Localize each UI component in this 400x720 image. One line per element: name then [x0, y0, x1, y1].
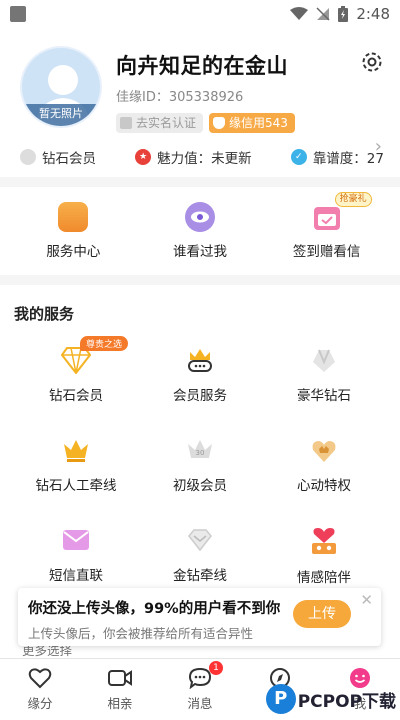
service-diamond-matchmaking-label: 钻石人工牵线: [35, 478, 117, 494]
id-card-icon: [120, 117, 132, 129]
service-heartbeat-privilege-label: 心动特权: [297, 478, 351, 494]
services-title: 我的服务: [14, 305, 75, 323]
close-icon[interactable]: ✕: [360, 591, 373, 609]
premium-tag: 尊贵之选: [80, 336, 129, 351]
stat-reliability-label: 靠谱度：27: [312, 151, 384, 167]
diamond-member-icon: [20, 149, 36, 165]
quick-actions: 服务中心 谁看过我 抢豪礼 签到赠看信: [0, 187, 400, 275]
service-diamond-member-label: 钻石会员: [49, 388, 103, 404]
stat-diamond[interactable]: 钻石会员: [20, 147, 96, 167]
wallet-icon: [58, 202, 89, 232]
tab-messages-label: 消息: [187, 696, 213, 711]
tab-fate[interactable]: 缘分: [5, 667, 75, 712]
upload-button[interactable]: 上传: [293, 600, 351, 628]
companion-heart-icon: [312, 528, 336, 554]
service-basic-member[interactable]: 30 初级会员: [138, 436, 262, 494]
calendar-icon: [313, 207, 340, 230]
crown-icon: [64, 440, 88, 462]
stat-reliability[interactable]: ✓ 靠谱度：27: [290, 147, 384, 167]
wifi-icon: [290, 7, 309, 20]
pcpop-watermark: P PCPOP下载: [265, 684, 396, 714]
stat-charm[interactable]: ★ 魅力值：未更新: [135, 147, 252, 167]
service-luxury-diamond[interactable]: 豪华钻石: [262, 346, 386, 404]
shield-icon: [213, 117, 226, 129]
service-member-service[interactable]: 会员服务: [138, 346, 262, 404]
heart-outline-icon: [28, 668, 52, 689]
clock: 2:48: [356, 5, 390, 23]
battery-icon: [338, 6, 349, 22]
service-member-service-label: 会员服务: [173, 388, 227, 404]
video-camera-icon: [108, 670, 132, 686]
verify-badge[interactable]: 去实名认证: [116, 113, 204, 133]
nickname: 向卉知足的在金山: [116, 54, 288, 78]
verify-badge-label: 去实名认证: [136, 116, 197, 130]
gift-tag: 抢豪礼: [334, 192, 372, 207]
quick-service-center[interactable]: 服务中心: [18, 202, 128, 260]
stat-diamond-label: 钻石会员: [42, 151, 96, 167]
service-diamond-matchmaking[interactable]: 钻石人工牵线: [14, 436, 138, 494]
service-sms-direct-label: 短信直联: [49, 568, 103, 584]
no-signal-icon: [316, 7, 330, 21]
crown-chat-icon: [188, 349, 212, 372]
gear-icon[interactable]: [360, 50, 384, 74]
user-id: 佳缘ID：305338926: [116, 90, 244, 105]
stat-charm-label: 魅力值：未更新: [157, 151, 252, 167]
service-diamond-member[interactable]: 尊贵之选 钻石会员: [14, 336, 138, 404]
watermark-text: PCPOP下载: [297, 691, 396, 712]
tab-fate-label: 缘分: [27, 696, 53, 711]
notification-icon: [10, 6, 26, 22]
eye-icon: [184, 202, 215, 232]
service-gold-diamond-matchmaking-label: 金钻牵线: [173, 568, 227, 584]
quick-checkin-label: 签到赠看信: [292, 244, 361, 260]
pcpop-logo-icon: P: [265, 684, 296, 714]
heart-crown-icon: [312, 441, 336, 462]
quick-who-viewed-me[interactable]: 谁看过我: [145, 202, 255, 260]
service-emotional-companion[interactable]: 情感陪伴: [262, 526, 386, 586]
profile-card[interactable]: 暂无照片 向卉知足的在金山 佳缘ID：305338926 去实名认证 缘信用54…: [0, 28, 400, 177]
status-bar: 2:48: [0, 0, 400, 28]
status-icons: 2:48: [290, 5, 390, 23]
charm-icon: ★: [135, 149, 152, 165]
service-heartbeat-privilege[interactable]: 心动特权: [262, 436, 386, 494]
message-count-badge: 1: [209, 661, 223, 675]
reliability-shield-icon: ✓: [290, 149, 307, 165]
luxury-diamond-icon: [313, 349, 335, 372]
service-basic-member-label: 初级会员: [173, 478, 227, 494]
quick-service-center-label: 服务中心: [46, 244, 101, 260]
gold-diamond-icon: [188, 529, 212, 552]
tab-blind-date-label: 相亲: [107, 696, 133, 711]
tab-messages[interactable]: 1 消息: [165, 661, 235, 712]
service-sms-direct[interactable]: 短信直联: [14, 526, 138, 586]
envelope-icon: [63, 530, 89, 550]
quick-checkin[interactable]: 抢豪礼 签到赠看信: [272, 192, 382, 260]
avatar-label: 暂无照片: [22, 104, 100, 126]
avatar[interactable]: 暂无照片: [20, 46, 102, 128]
service-luxury-diamond-label: 豪华钻石: [297, 388, 351, 404]
credit-badge-label: 缘信用543: [229, 116, 288, 130]
svg-text:30: 30: [196, 449, 205, 457]
chevron-right-icon[interactable]: ›: [375, 136, 382, 157]
service-gold-diamond-matchmaking[interactable]: 金钻牵线: [138, 526, 262, 586]
basic-crown-icon: 30: [188, 440, 212, 458]
service-emotional-companion-label: 情感陪伴: [297, 570, 351, 586]
credit-badge[interactable]: 缘信用543: [209, 113, 295, 133]
quick-who-viewed-me-label: 谁看过我: [172, 244, 227, 260]
tab-blind-date[interactable]: 相亲: [85, 667, 155, 712]
upload-avatar-prompt: 你还没上传头像，99%的用户看不到你 上传头像后，你会被推荐给所有适合异性 上传…: [18, 588, 381, 646]
